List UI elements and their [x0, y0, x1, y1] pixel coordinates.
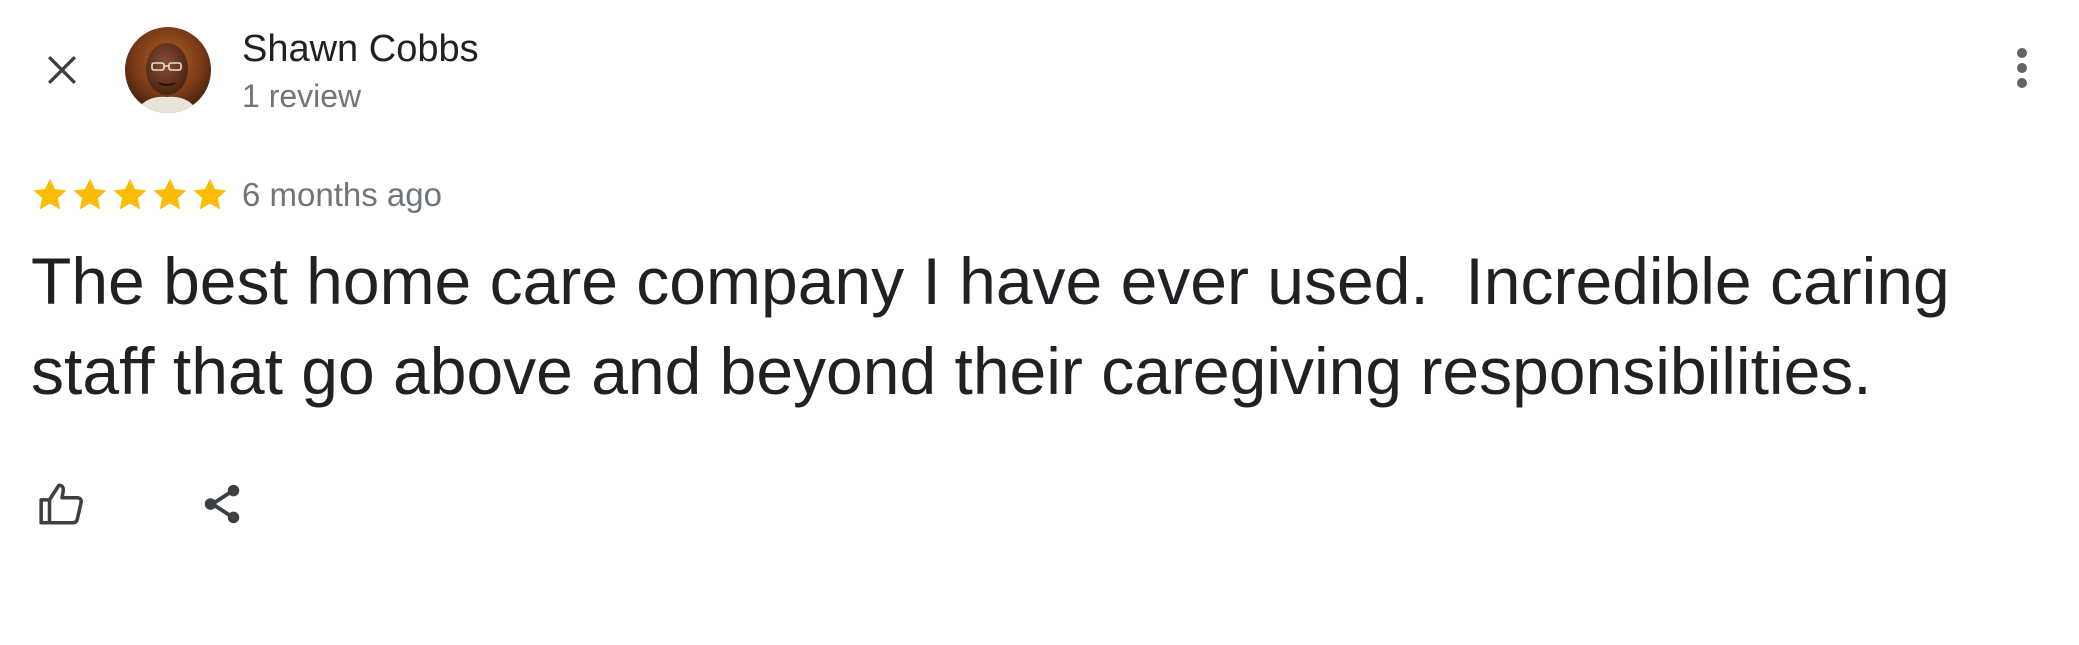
- share-button[interactable]: [194, 478, 250, 534]
- review-time: 6 months ago: [242, 176, 442, 213]
- thumb-up-icon: [37, 479, 87, 534]
- close-icon: [42, 50, 82, 95]
- close-button[interactable]: [38, 48, 86, 96]
- star-rating: [30, 175, 230, 215]
- reviewer-name[interactable]: Shawn Cobbs: [242, 26, 479, 72]
- more-options-button[interactable]: [1998, 46, 2046, 94]
- like-button[interactable]: [34, 478, 90, 534]
- star-icon: [70, 175, 110, 215]
- review-count: 1 review: [242, 78, 362, 114]
- share-icon: [199, 481, 245, 532]
- review-text: The best home care company I have ever u…: [31, 244, 1969, 408]
- star-icon: [150, 175, 190, 215]
- star-icon: [110, 175, 150, 215]
- star-icon: [30, 175, 70, 215]
- more-vert-icon: [2015, 46, 2029, 95]
- star-icon: [190, 175, 230, 215]
- rating-row: 6 months ago: [30, 172, 442, 218]
- avatar[interactable]: [125, 27, 211, 113]
